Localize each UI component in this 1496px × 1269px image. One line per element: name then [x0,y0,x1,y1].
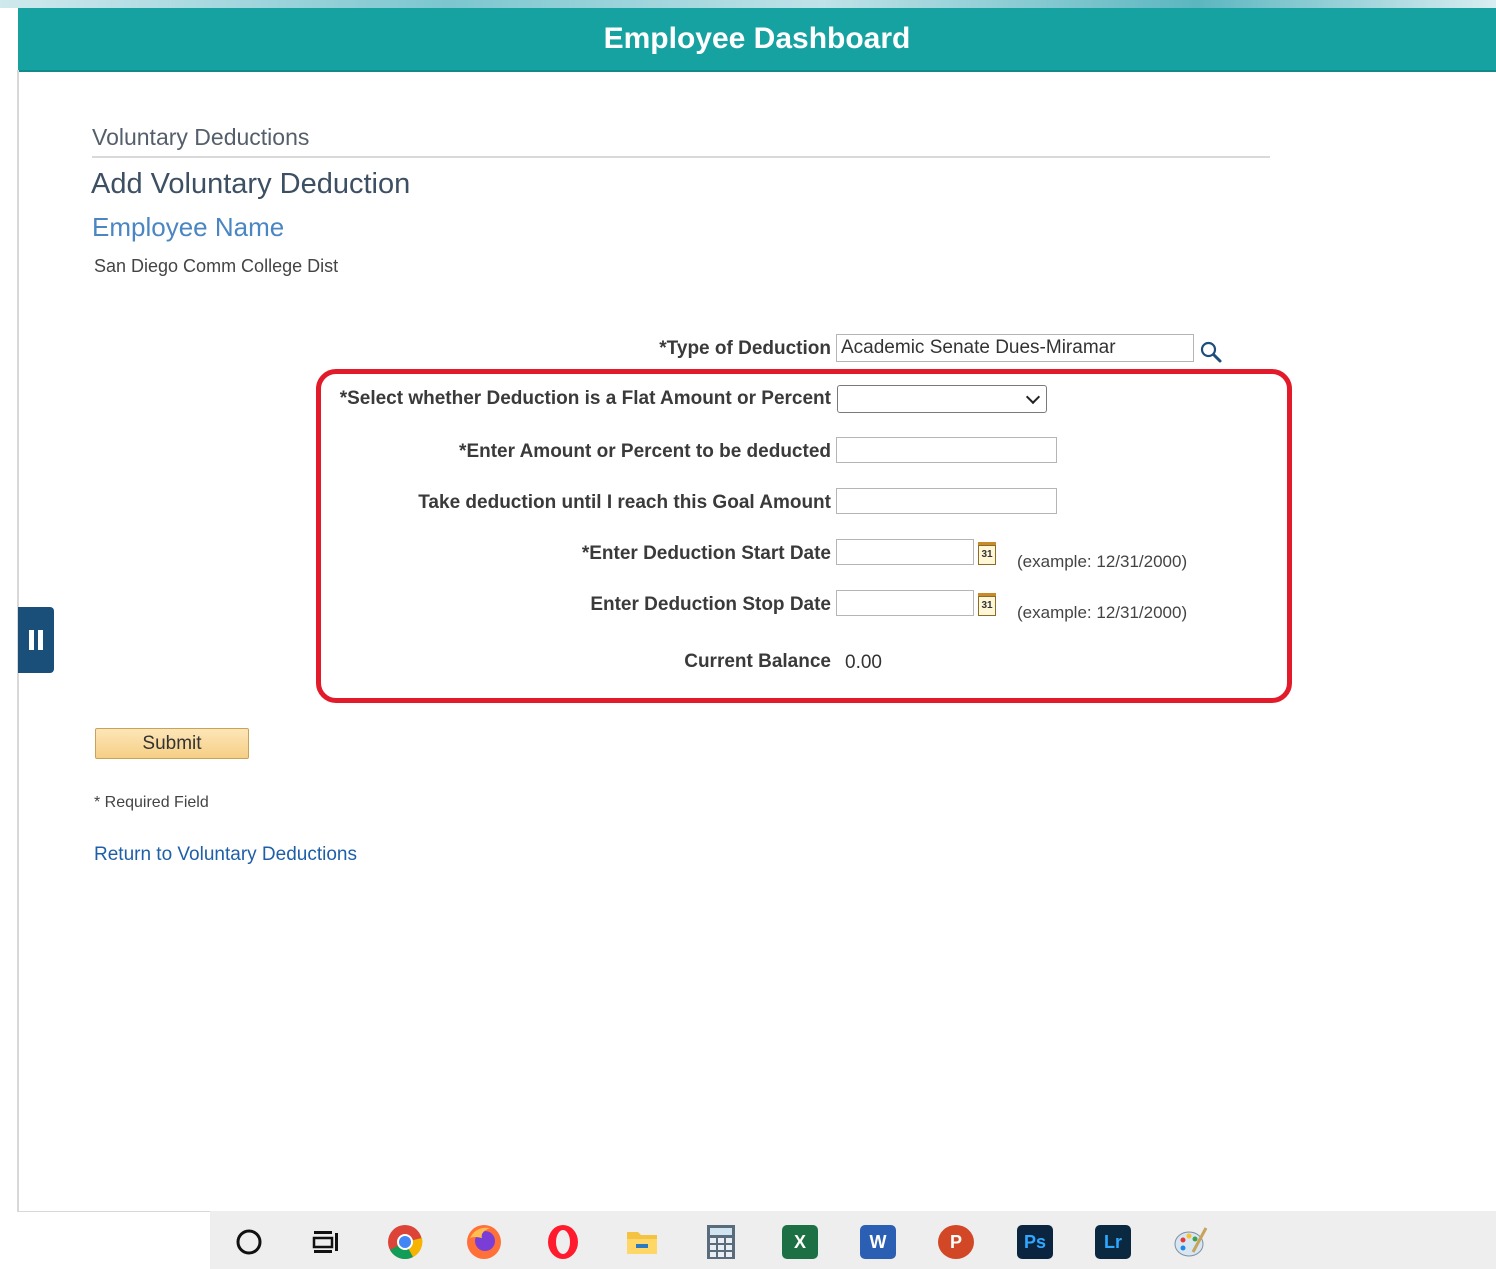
pause-tab-button[interactable] [18,607,54,673]
photoshop-letters: Ps [1017,1225,1053,1259]
return-to-voluntary-deductions-link[interactable]: Return to Voluntary Deductions [94,844,357,866]
file-explorer-icon[interactable] [623,1223,661,1261]
stop-date-example: (example: 12/31/2000) [1017,603,1188,622]
start-date-input[interactable] [836,539,974,565]
stop-date-label: Enter Deduction Stop Date [590,594,831,615]
cortana-circle-icon[interactable] [230,1223,268,1261]
type-of-deduction-field[interactable] [836,334,1194,362]
current-balance-value: 0.00 [845,652,882,673]
word-letter: W [860,1225,896,1259]
employee-name: Employee Name [92,212,285,242]
lightroom-letters: Lr [1095,1225,1131,1259]
goal-amount-label: Take deduction until I reach this Goal A… [418,492,831,513]
breadcrumb-divider [92,156,1270,158]
calendar-icon[interactable]: 31 [978,542,996,565]
lookup-search-icon[interactable] [1199,340,1223,364]
dashboard-header: Employee Dashboard [18,8,1496,72]
submit-button[interactable]: Submit [95,728,249,759]
lightroom-icon[interactable]: Lr [1094,1223,1132,1261]
firefox-icon[interactable] [465,1223,503,1261]
type-of-deduction-label: *Type of Deduction [659,338,831,359]
breadcrumb: Voluntary Deductions [92,124,310,150]
calculator-icon[interactable] [702,1223,740,1261]
start-date-label: *Enter Deduction Start Date [581,543,831,564]
calendar-icon[interactable]: 31 [978,593,996,616]
excel-letter: X [782,1225,818,1259]
pause-bar-icon [38,630,43,650]
page-title: Add Voluntary Deduction [91,168,411,200]
required-field-note: * Required Field [94,794,209,811]
header-title: Employee Dashboard [603,22,911,55]
word-icon[interactable]: W [859,1223,897,1261]
start-date-example: (example: 12/31/2000) [1017,552,1188,571]
flat-or-percent-label: *Select whether Deduction is a Flat Amou… [339,388,831,409]
chevron-down-icon [1025,389,1041,405]
top-decoration [0,0,1496,8]
powerpoint-icon[interactable]: P [937,1223,975,1261]
task-view-icon[interactable] [306,1223,344,1261]
amount-label: *Enter Amount or Percent to be deducted [459,441,831,462]
powerpoint-letter: P [938,1225,974,1259]
amount-input[interactable] [836,437,1057,463]
chrome-icon[interactable] [386,1223,424,1261]
excel-icon[interactable]: X [781,1223,819,1261]
paint-icon[interactable] [1172,1223,1210,1261]
photoshop-icon[interactable]: Ps [1016,1223,1054,1261]
goal-amount-input[interactable] [836,488,1057,514]
pause-bar-icon [29,630,34,650]
taskbar: X W P Ps Lr [210,1211,1496,1269]
opera-icon[interactable] [544,1223,582,1261]
current-balance-label: Current Balance [684,651,831,672]
stop-date-input[interactable] [836,590,974,616]
bottom-divider [18,1211,210,1212]
flat-or-percent-select[interactable] [837,385,1047,413]
organization-name: San Diego Comm College Dist [94,256,339,276]
